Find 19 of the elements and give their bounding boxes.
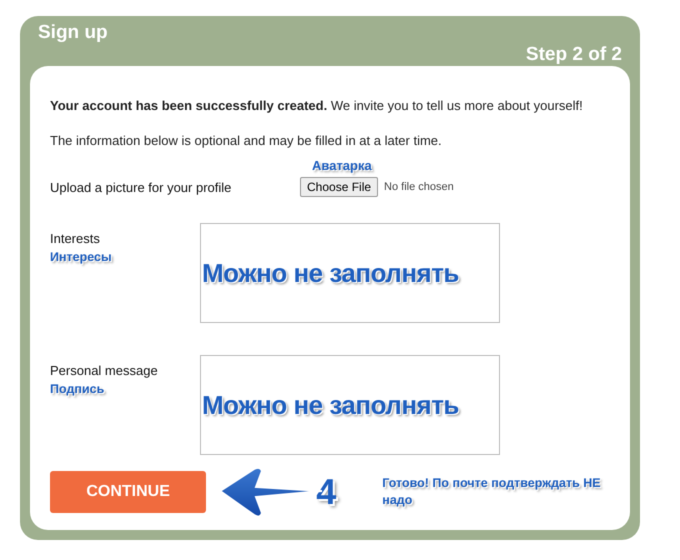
upload-label: Upload a picture for your profile bbox=[50, 180, 232, 194]
choose-file-button[interactable]: Choose File bbox=[300, 177, 378, 197]
annotation-text: Можно не заполнять bbox=[202, 258, 459, 289]
file-status: No file chosen bbox=[384, 181, 454, 193]
annotation-text: Аватарка bbox=[312, 158, 373, 173]
text-area[interactable]: Можно не заполнять bbox=[200, 223, 500, 323]
info-text: The information below is optional and may be filled in at a later time. bbox=[50, 133, 443, 148]
continue-button[interactable]: CONTINUE bbox=[50, 471, 206, 513]
panel-title: Sign up bbox=[38, 22, 108, 45]
step-indicator: Step 2 of 2 bbox=[526, 44, 622, 66]
field-label: Interests bbox=[50, 231, 101, 246]
annotation-text: Интересы bbox=[50, 250, 113, 264]
step-number: 4 bbox=[316, 471, 336, 513]
annotation-text: Подпись bbox=[50, 382, 106, 396]
annotation-text: Можно не заполнять bbox=[202, 390, 459, 421]
success-message: Your account has been successfully created. We invite you to tell us more about yourself! bbox=[50, 98, 584, 113]
field-label: Personal message bbox=[50, 363, 159, 378]
annotation-text: Готово! По почте подтверждать НЕ надо bbox=[382, 475, 602, 509]
text-area[interactable]: Можно не заполнять bbox=[200, 355, 500, 455]
